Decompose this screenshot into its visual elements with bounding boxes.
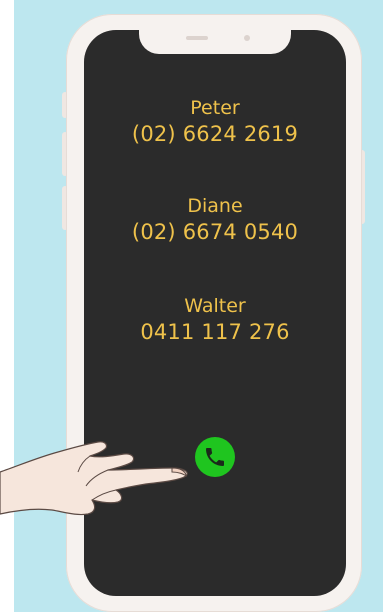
front-camera [244,35,250,41]
call-button[interactable] [195,437,235,477]
phone-icon [206,448,224,466]
contact-phone-number[interactable]: (02) 6674 0540 [84,218,346,246]
contact-name: Walter [184,295,246,317]
contact-name: Diane [187,195,243,217]
speaker-grille [186,36,208,40]
phone-notch [139,30,291,54]
contact-entry[interactable]: Walter 0411 117 276 [84,294,346,346]
pointing-hand-illustration [0,441,188,516]
contact-entry[interactable]: Peter (02) 6624 2619 [84,96,346,148]
contact-name: Peter [190,97,240,119]
contact-phone-number[interactable]: (02) 6624 2619 [84,120,346,148]
contact-phone-number[interactable]: 0411 117 276 [84,318,346,346]
contact-entry[interactable]: Diane (02) 6674 0540 [84,194,346,246]
